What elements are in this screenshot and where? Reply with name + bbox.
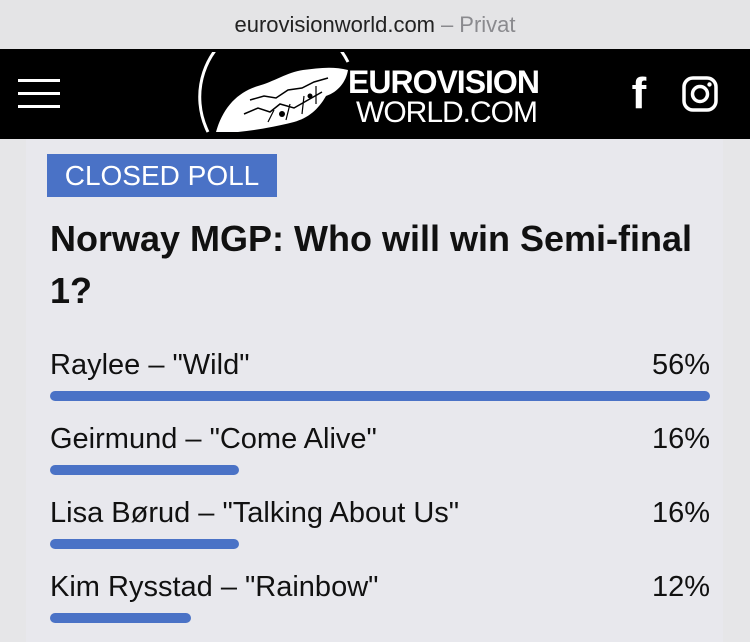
poll-option-percent: 12% xyxy=(651,571,710,603)
logo-text-worldcom: WORLD.COM xyxy=(356,96,538,129)
site-header: EUROVISION WORLD.COM f xyxy=(0,49,750,139)
private-mode-label: – Privat xyxy=(441,11,516,37)
poll-option[interactable]: Lisa Børud – "Talking About Us" 16% xyxy=(50,497,710,557)
site-logo[interactable]: EUROVISION WORLD.COM xyxy=(198,52,558,136)
poll-option-label: Kim Rysstad – "Rainbow" xyxy=(50,571,379,603)
closed-poll-badge: CLOSED POLL xyxy=(47,154,277,197)
poll-option-bar xyxy=(50,539,239,549)
instagram-icon[interactable] xyxy=(682,76,718,112)
browser-address-bar[interactable]: eurovisionworld.com – Privat xyxy=(0,0,750,49)
hamburger-menu-icon[interactable] xyxy=(18,79,62,109)
facebook-icon[interactable]: f xyxy=(622,72,656,116)
poll-option[interactable]: Raylee – "Wild" 56% xyxy=(50,349,710,409)
poll-option-percent: 56% xyxy=(651,349,710,381)
poll-title: Norway MGP: Who will win Semi-final 1? xyxy=(50,218,693,311)
poll-option[interactable]: Geirmund – "Come Alive" 16% xyxy=(50,423,710,483)
poll-option-label: Geirmund – "Come Alive" xyxy=(50,423,377,455)
globe-icon xyxy=(198,52,350,133)
private-mode-text: Privat xyxy=(459,11,516,37)
poll-card: CLOSED POLL Norway MGP: Who will win Sem… xyxy=(26,139,723,642)
poll-option-bar xyxy=(50,391,710,401)
poll-option-percent: 16% xyxy=(651,423,710,455)
poll-option[interactable]: Kim Rysstad – "Rainbow" 12% xyxy=(50,571,710,631)
poll-option-bar xyxy=(50,613,191,623)
poll-option-percent: 16% xyxy=(651,497,710,529)
poll-option-label: Raylee – "Wild" xyxy=(50,349,250,381)
address-domain: eurovisionworld.com xyxy=(234,11,436,37)
poll-option-label: Lisa Børud – "Talking About Us" xyxy=(50,497,460,529)
poll-option-bar xyxy=(50,465,239,475)
